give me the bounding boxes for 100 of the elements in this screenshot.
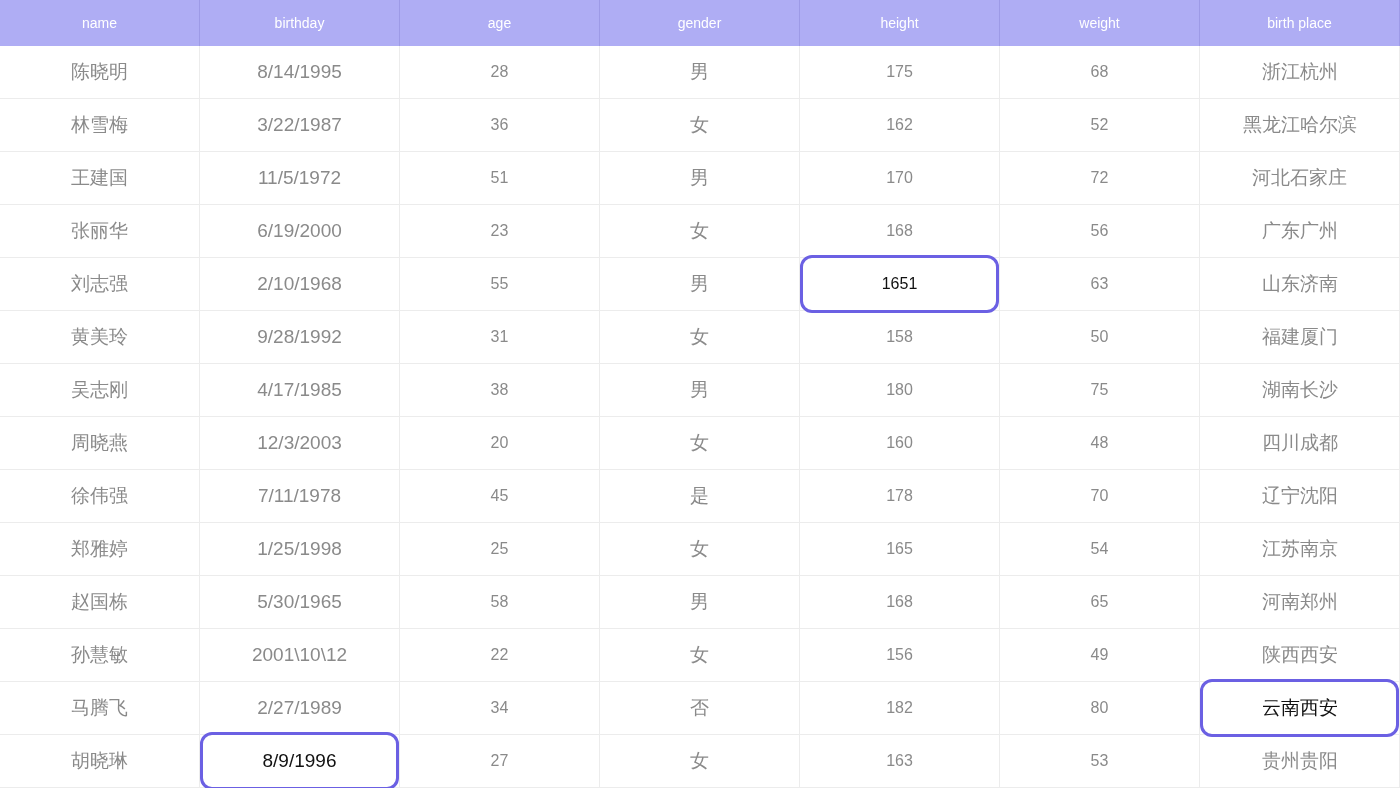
table-cell-text: 50 [1090,327,1109,347]
table-cell-text: 马腾飞 [71,695,128,720]
table-cell-text: 4/17/1985 [257,377,342,402]
table-cell-text: 63 [1090,274,1109,294]
table-cell-text: 168 [886,221,913,241]
table-cell-text: 贵州贵阳 [1261,748,1338,773]
table-cell-text: 徐伟强 [71,483,128,508]
table-cell-text: 31 [490,327,509,347]
table-cell-text: 7/11/1978 [257,483,342,508]
cell-editor[interactable]: 8/9/1996 [200,732,399,788]
table-cell-text: 刘志强 [71,271,128,296]
table-cell-text: 23 [490,221,509,241]
table-cell-text: 162 [886,115,913,135]
table-cell-text: 广东广州 [1261,218,1338,243]
table-cell-text: 否 [690,695,709,720]
table-cell-text: 51 [490,168,509,188]
table-cell-text: 3/22/1987 [257,112,342,137]
table-cell-text: 男 [690,271,709,296]
table-cell-text: 170 [886,168,913,188]
table-cell-text: 27 [490,751,509,771]
table-cell-text: 12/3/2003 [257,430,342,455]
table-cell-text: 55 [490,274,509,294]
table-cell-text: 林雪梅 [71,112,128,137]
table-cell-text: 182 [886,698,913,718]
column-header: gender [600,0,800,46]
table-cell-text: 54 [1090,539,1109,559]
table-cell-text: 陕西西安 [1261,642,1338,667]
table-cell-text: 8/14/1995 [257,59,342,84]
column-header: birthday [200,0,400,46]
table-cell-text: 四川成都 [1261,430,1338,455]
table-cell-text: 160 [886,433,913,453]
table-cell-text: 黄美玲 [71,324,128,349]
table-cell-text: 河南郑州 [1261,589,1338,614]
table-cell-text: 赵国栋 [71,589,128,614]
table-cell-text: 张丽华 [71,218,128,243]
table-cell-text: 1/25/1998 [257,536,342,561]
table-cell-text: 25 [490,539,509,559]
table-cell-text: 156 [886,645,913,665]
table-cell-text: 郑雅婷 [71,536,128,561]
table-cell-text: 20 [490,433,509,453]
cell-editor[interactable]: 云南西安 [1200,679,1399,737]
table-cell-text: 男 [690,59,709,84]
table-cell-text: 80 [1090,698,1109,718]
table-cell-text: 58 [490,592,509,612]
table-cell-text: 168 [886,592,913,612]
table-cell-text: 38 [490,380,509,400]
table-cell-text: 2001\10\12 [251,642,348,667]
table-cell-text: 女 [690,536,709,561]
table-cell-text: 28 [490,62,509,82]
table-cell-text: 53 [1090,751,1109,771]
table-cell-text: 56 [1090,221,1109,241]
table-cell-text: 周晓燕 [71,430,128,455]
table-cell-text: 河北石家庄 [1252,165,1347,190]
column-header: weight [1000,0,1200,46]
table-cell-text: 男 [690,165,709,190]
table-cell-text: 6/19/2000 [257,218,342,243]
table-cell-text: 女 [690,324,709,349]
column-header: name [0,0,200,46]
table-cell-text: 49 [1090,645,1109,665]
table-cell-text: 陈晓明 [71,59,128,84]
table-cell-text: 175 [886,62,913,82]
table-cell-text: 胡晓琳 [71,748,128,773]
table-cell-text: 9/28/1992 [257,324,342,349]
table-cell-text: 福建厦门 [1261,324,1338,349]
table-cell-text: 男 [690,377,709,402]
table-cell-text: 65 [1090,592,1109,612]
table-cell-text: 22 [490,645,509,665]
table-cell-text: 黑龙江哈尔滨 [1242,112,1357,137]
table-cell-text: 男 [690,589,709,614]
table-cell-text: 36 [490,115,509,135]
table-cell-text: 孙慧敏 [71,642,128,667]
table-cell-text: 75 [1090,380,1109,400]
table-cell-text: 山东济南 [1261,271,1338,296]
table-cell-text: 158 [886,327,913,347]
table-cell-text: 女 [690,112,709,137]
table-cell-text: 180 [886,380,913,400]
table-cell-text: 52 [1090,115,1109,135]
table-cell-text: 女 [690,642,709,667]
table-cell-text: 2/27/1989 [257,695,342,720]
table-cell-text: 吴志刚 [71,377,128,402]
table-cell-text: 浙江杭州 [1261,59,1338,84]
table-cell-text: 女 [690,218,709,243]
table-cell-text: 48 [1090,433,1109,453]
table-cell-text: 163 [886,751,913,771]
table-cell-text: 王建国 [71,165,128,190]
column-header: birth place [1200,0,1400,46]
table-cell-text: 68 [1090,62,1109,82]
table-cell-text: 70 [1090,486,1109,506]
table-cell-text: 178 [886,486,913,506]
table-cell-text: 女 [690,748,709,773]
table-cell-text: 2/10/1968 [257,271,342,296]
table-cell-text: 45 [490,486,509,506]
table-cell-text: 江苏南京 [1261,536,1338,561]
table-cell-text: 是 [690,483,709,508]
table-cell-text: 11/5/1972 [257,165,342,190]
table-cell-text: 湖南长沙 [1261,377,1338,402]
table-cell-text: 34 [490,698,509,718]
cell-editor[interactable]: 1651 [800,255,999,313]
table-cell-text: 165 [886,539,913,559]
table-cell-text: 5/30/1965 [257,589,342,614]
